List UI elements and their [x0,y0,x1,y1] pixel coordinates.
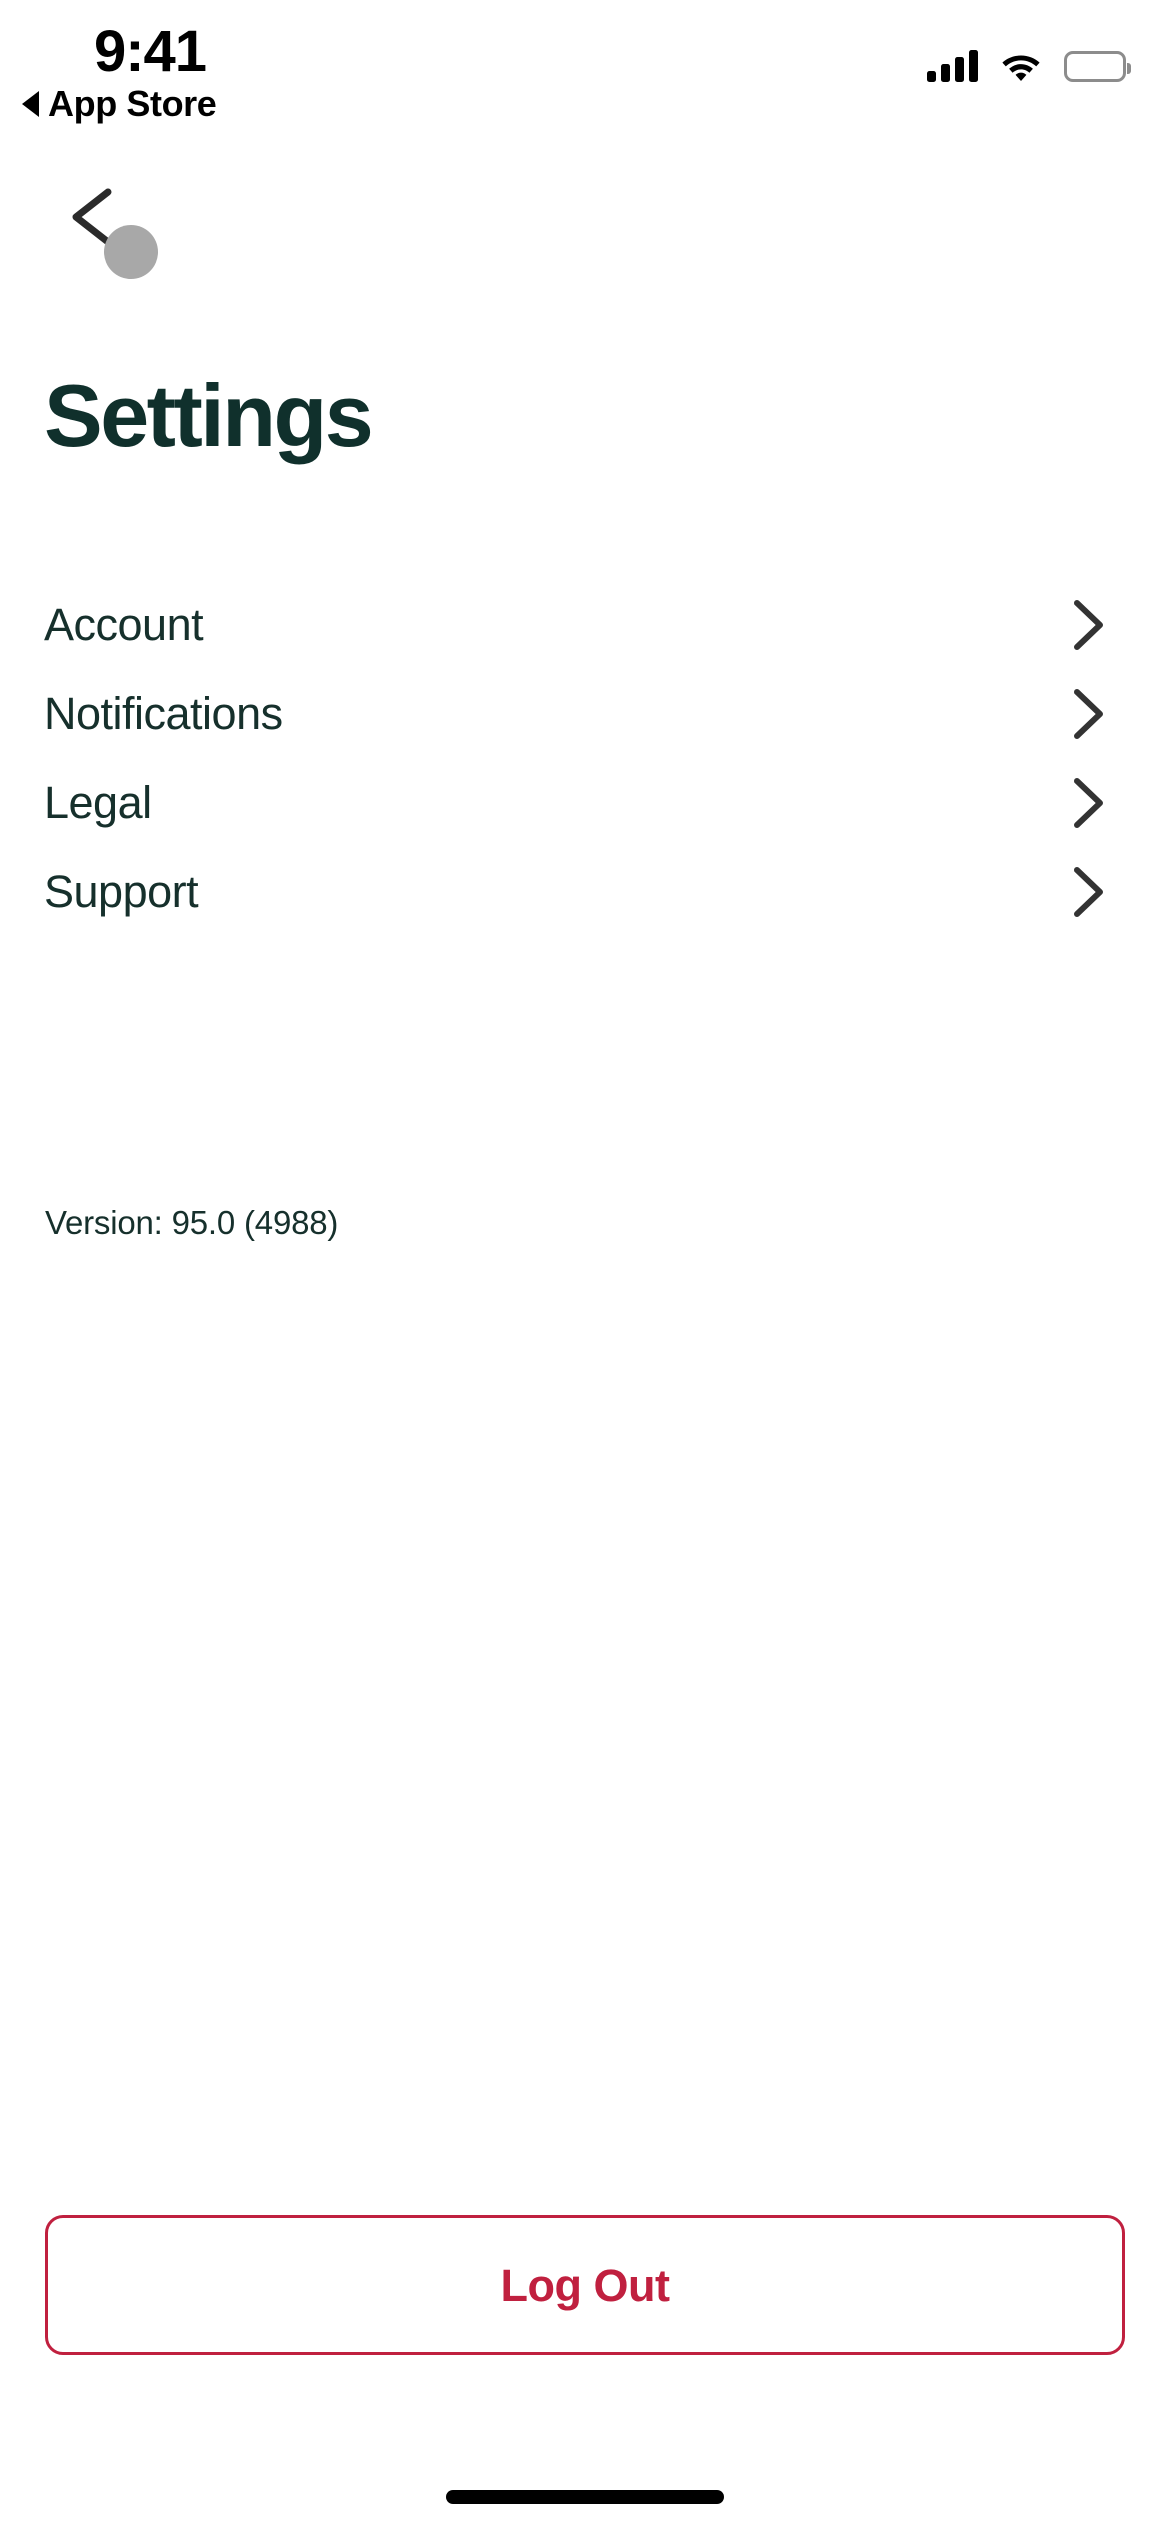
settings-row-label: Account [44,599,204,650]
log-out-label: Log Out [500,2259,670,2311]
log-out-button[interactable]: Log Out [45,2215,1125,2355]
navigation-bar [0,165,1170,285]
settings-row-label: Support [44,866,199,917]
touch-indicator-circle [104,225,158,279]
settings-list: Account Notifications Legal Support [0,580,1170,936]
chevron-right-icon [1074,777,1103,828]
settings-row-label: Legal [44,777,152,828]
status-bar: 9:41 App Store [0,0,1170,150]
back-button[interactable] [46,175,158,279]
settings-row-legal[interactable]: Legal [0,758,1170,847]
version-text: Version: 95.0 (4988) [45,1204,339,1241]
settings-row-account[interactable]: Account [0,580,1170,669]
chevron-right-icon [1074,688,1103,739]
status-bar-icons [927,40,1131,82]
chevron-right-icon [1074,599,1103,650]
cellular-signal-icon [927,50,978,82]
chevron-right-icon [1074,866,1103,917]
phone-screen: 9:41 App Store Settings Account Notifica… [0,0,1170,2532]
home-indicator[interactable] [446,2490,724,2504]
triangle-left-icon [22,91,39,117]
settings-row-notifications[interactable]: Notifications [0,669,1170,758]
wifi-icon [1002,55,1040,81]
return-to-app-store-label: App Store [48,83,217,124]
settings-row-label: Notifications [44,688,283,739]
page-title: Settings [44,366,374,465]
return-to-app-store-button[interactable]: App Store [22,83,217,124]
battery-full-icon [1064,51,1131,82]
settings-row-support[interactable]: Support [0,847,1170,936]
status-bar-time: 9:41 [93,19,207,84]
